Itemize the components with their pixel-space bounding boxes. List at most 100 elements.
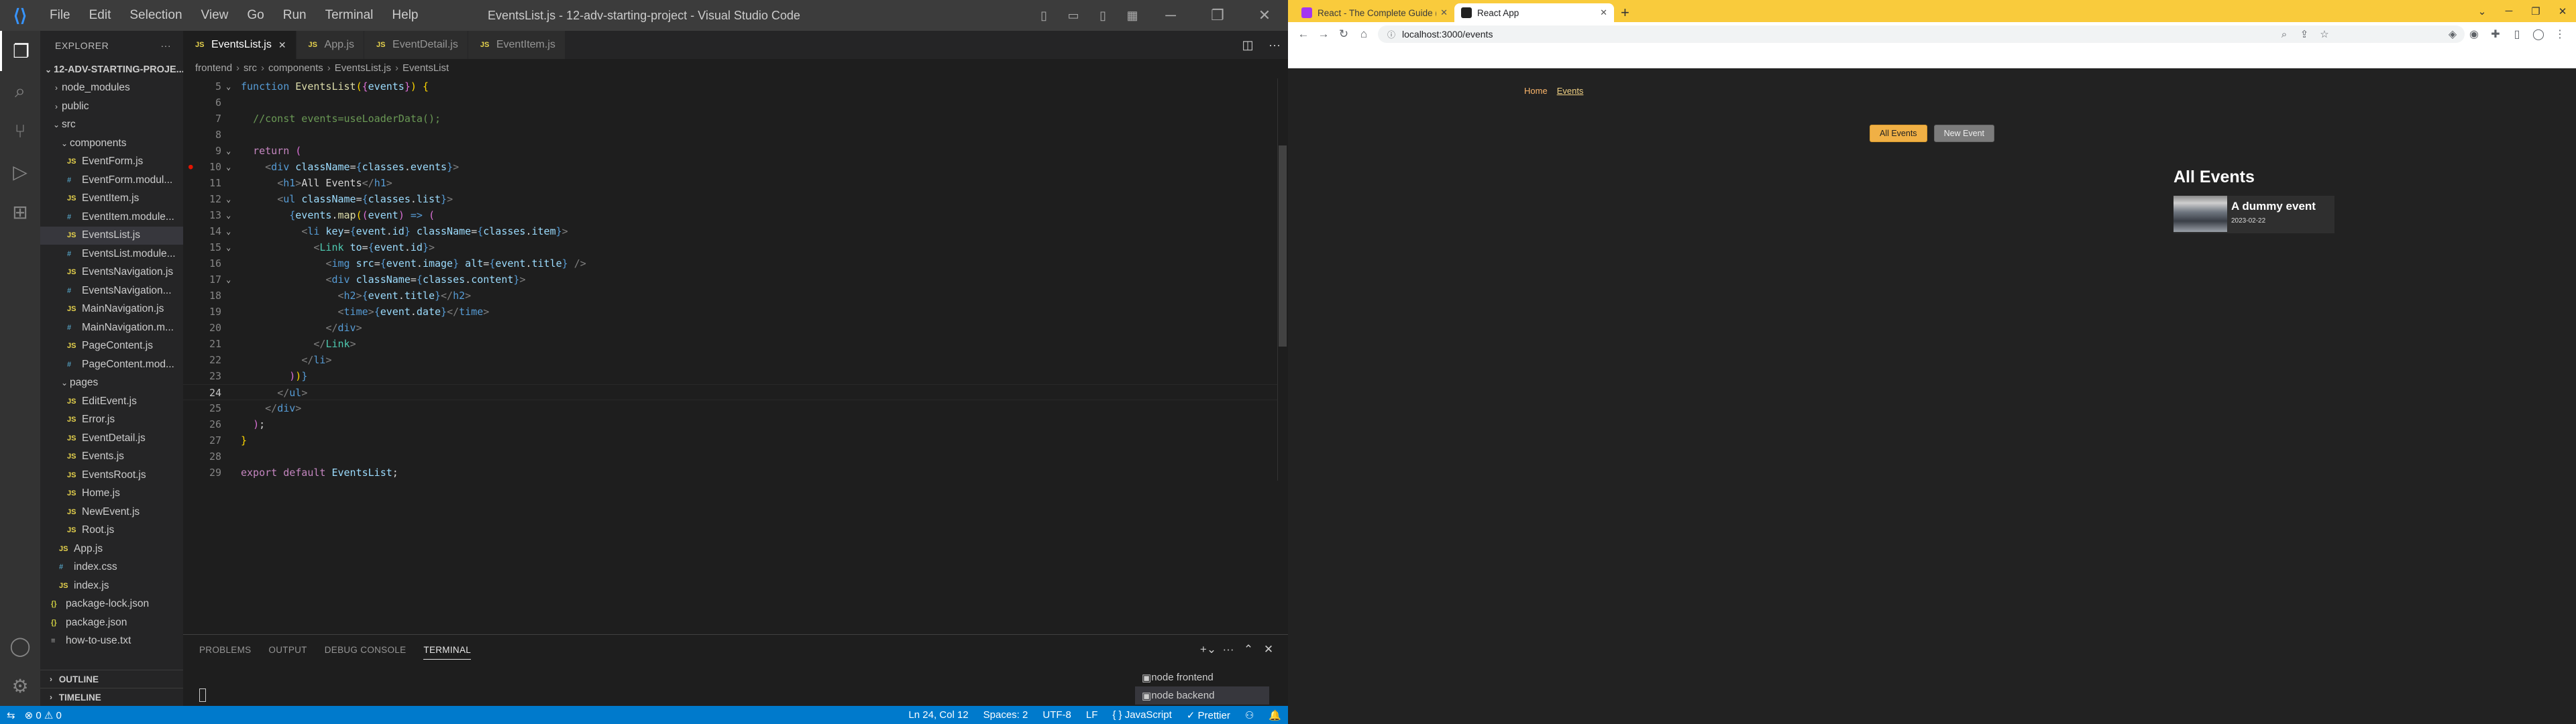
restore-icon[interactable]: ❐ bbox=[1194, 7, 1241, 24]
code-editor[interactable]: 5 ⌄ function EventsList({events}) {6 7 //co… bbox=[183, 78, 1288, 484]
editor-tab[interactable]: JS App.js bbox=[296, 31, 365, 59]
toggle-primary-sidebar-icon[interactable]: ▯ bbox=[1029, 9, 1059, 23]
status-item[interactable]: Spaces: 2 bbox=[983, 709, 1028, 721]
tab-search-icon[interactable]: ⌄ bbox=[2469, 5, 2496, 17]
terminal-list-item[interactable]: ▣ node backend bbox=[1135, 686, 1269, 705]
problems-status[interactable]: ⊗ 0 ⚠ 0 bbox=[25, 709, 62, 721]
new-tab-icon[interactable]: + bbox=[1621, 3, 1629, 22]
status-item[interactable]: ✓ Prettier bbox=[1187, 709, 1230, 721]
run-debug-icon[interactable]: ▷ bbox=[0, 152, 40, 192]
code-line[interactable]: 25 </div> bbox=[183, 400, 1288, 416]
customize-layout-icon[interactable]: ▦ bbox=[1118, 9, 1147, 23]
folder-item[interactable]: ⌄ 12-ADV-STARTING-PROJE... bbox=[40, 60, 183, 79]
code-line[interactable]: 21 </Link> bbox=[183, 336, 1288, 352]
file-item[interactable]: # EventForm.modul... bbox=[40, 171, 183, 190]
code-line[interactable]: 23 ))} bbox=[183, 368, 1288, 384]
file-item[interactable]: JS index.js bbox=[40, 577, 183, 595]
bookmark-star-icon[interactable]: ☆ bbox=[2314, 28, 2334, 40]
new-terminal-icon[interactable]: +⌄ bbox=[1198, 643, 1218, 656]
menu-terminal[interactable]: Terminal bbox=[316, 0, 383, 31]
code-line[interactable]: 29 export default EventsList; bbox=[183, 465, 1288, 481]
file-item[interactable]: JS Root.js bbox=[40, 522, 183, 540]
share-icon[interactable]: ⇪ bbox=[2294, 28, 2314, 40]
code-line[interactable]: 20 </div> bbox=[183, 320, 1288, 336]
code-line[interactable]: 12 ⌄ <ul className={classes.list}> bbox=[183, 191, 1288, 207]
code-line[interactable]: 24 </ul> bbox=[183, 384, 1288, 400]
fold-chevron-icon[interactable]: ⌄ bbox=[226, 207, 237, 223]
code-line[interactable]: 6 bbox=[183, 95, 1288, 111]
terminal-more-icon[interactable]: ··· bbox=[1218, 643, 1238, 656]
remote-icon[interactable]: ⇆ bbox=[7, 709, 15, 721]
close-tab-icon[interactable]: ✕ bbox=[278, 40, 286, 51]
toggle-panel-icon[interactable]: ▭ bbox=[1059, 9, 1088, 23]
editor-scrollbar[interactable] bbox=[1277, 78, 1288, 481]
zoom-icon[interactable]: ⌕ bbox=[2274, 29, 2294, 40]
code-line[interactable]: 13 ⌄ {events.map((event) => ( bbox=[183, 207, 1288, 223]
code-line[interactable]: 5 ⌄ function EventsList({events}) { bbox=[183, 78, 1288, 95]
code-line[interactable]: 7 //const events=useLoaderData(); bbox=[183, 111, 1288, 127]
file-item[interactable]: ≡ how-to-use.txt bbox=[40, 632, 183, 651]
editor-tab[interactable]: JS EventDetail.js bbox=[364, 31, 468, 59]
file-item[interactable]: # EventsList.module... bbox=[40, 245, 183, 263]
source-control-icon[interactable]: ⑂ bbox=[0, 111, 40, 152]
menu-help[interactable]: Help bbox=[382, 0, 427, 31]
menu-run[interactable]: Run bbox=[274, 0, 316, 31]
extensions-puzzle-icon[interactable]: ✚ bbox=[2485, 27, 2506, 41]
menu-go[interactable]: Go bbox=[237, 0, 273, 31]
reload-icon[interactable]: ↻ bbox=[1334, 27, 1354, 41]
fold-chevron-icon[interactable]: ⌄ bbox=[226, 223, 237, 239]
status-item[interactable]: UTF-8 bbox=[1042, 709, 1071, 721]
file-item[interactable]: JS Events.js bbox=[40, 448, 183, 467]
browser-menu-icon[interactable]: ⋮ bbox=[2549, 27, 2571, 41]
nav-home-link[interactable]: Home bbox=[1524, 86, 1548, 96]
fold-chevron-icon[interactable]: ⌄ bbox=[226, 143, 237, 159]
fold-chevron-icon[interactable]: ⌄ bbox=[226, 191, 237, 207]
file-item[interactable]: JS Home.js bbox=[40, 485, 183, 503]
fold-chevron-icon[interactable]: ⌄ bbox=[226, 239, 237, 255]
status-item[interactable]: { } JavaScript bbox=[1112, 709, 1171, 721]
reading-list-icon[interactable]: ▯ bbox=[2506, 27, 2528, 41]
event-title[interactable]: A dummy event bbox=[2231, 200, 2316, 213]
restore-icon[interactable]: ❐ bbox=[2522, 5, 2549, 17]
panel-tab-terminal[interactable]: TERMINAL bbox=[423, 640, 472, 660]
file-item[interactable]: JS EventItem.js bbox=[40, 190, 183, 208]
file-item[interactable]: JS EventForm.js bbox=[40, 153, 183, 172]
code-line[interactable]: 14 ⌄ <li key={event.id} className={classe… bbox=[183, 223, 1288, 239]
file-item[interactable]: {} package.json bbox=[40, 613, 183, 632]
file-item[interactable]: JS EventsRoot.js bbox=[40, 466, 183, 485]
code-line[interactable]: 18 <h2>{event.title}</h2> bbox=[183, 288, 1288, 304]
file-item[interactable]: JS EditEvent.js bbox=[40, 392, 183, 411]
browser-tab[interactable]: React App ✕ bbox=[1454, 3, 1614, 22]
file-item[interactable]: JS NewEvent.js bbox=[40, 503, 183, 522]
settings-gear-icon[interactable]: ⚙ bbox=[0, 666, 40, 706]
folder-item[interactable]: › public bbox=[40, 97, 183, 116]
file-item[interactable]: {} package-lock.json bbox=[40, 595, 183, 614]
file-item[interactable]: # index.css bbox=[40, 558, 183, 577]
terminal-list-item[interactable]: ▣ node frontend bbox=[1135, 668, 1269, 686]
menu-selection[interactable]: Selection bbox=[120, 0, 191, 31]
breadcrumb-item[interactable]: EventsList.js bbox=[335, 62, 391, 74]
file-item[interactable]: JS EventDetail.js bbox=[40, 429, 183, 448]
code-line[interactable]: 8 bbox=[183, 127, 1288, 143]
fold-chevron-icon[interactable]: ⌄ bbox=[226, 159, 237, 175]
home-icon[interactable]: ⌂ bbox=[1354, 27, 1374, 41]
file-item[interactable]: JS Error.js bbox=[40, 411, 183, 430]
new-event-button[interactable]: New Event bbox=[1933, 125, 1995, 142]
extension-1-icon[interactable]: ◈ bbox=[2442, 27, 2463, 41]
panel-tab-debug-console[interactable]: DEBUG CONSOLE bbox=[325, 645, 407, 655]
editor-tab[interactable]: JS EventItem.js bbox=[468, 31, 566, 59]
file-item[interactable]: JS PageContent.js bbox=[40, 337, 183, 356]
panel-tab-output[interactable]: OUTPUT bbox=[268, 645, 307, 655]
breadcrumb-item[interactable]: frontend bbox=[195, 62, 232, 74]
close-window-icon[interactable]: ✕ bbox=[2549, 5, 2576, 17]
minimize-icon[interactable]: ─ bbox=[2496, 5, 2522, 17]
explorer-more-icon[interactable]: ··· bbox=[161, 40, 172, 51]
code-line[interactable]: 30 bbox=[183, 481, 1288, 484]
menu-view[interactable]: View bbox=[192, 0, 238, 31]
close-tab-icon[interactable]: ✕ bbox=[1600, 7, 1607, 18]
file-item[interactable]: # MainNavigation.m... bbox=[40, 318, 183, 337]
extension-2-icon[interactable]: ◉ bbox=[2463, 27, 2485, 41]
code-line[interactable]: 17 ⌄ <div className={classes.content}> bbox=[183, 272, 1288, 288]
profile-icon[interactable]: ◯ bbox=[2528, 27, 2549, 41]
close-tab-icon[interactable]: ✕ bbox=[1440, 7, 1448, 18]
